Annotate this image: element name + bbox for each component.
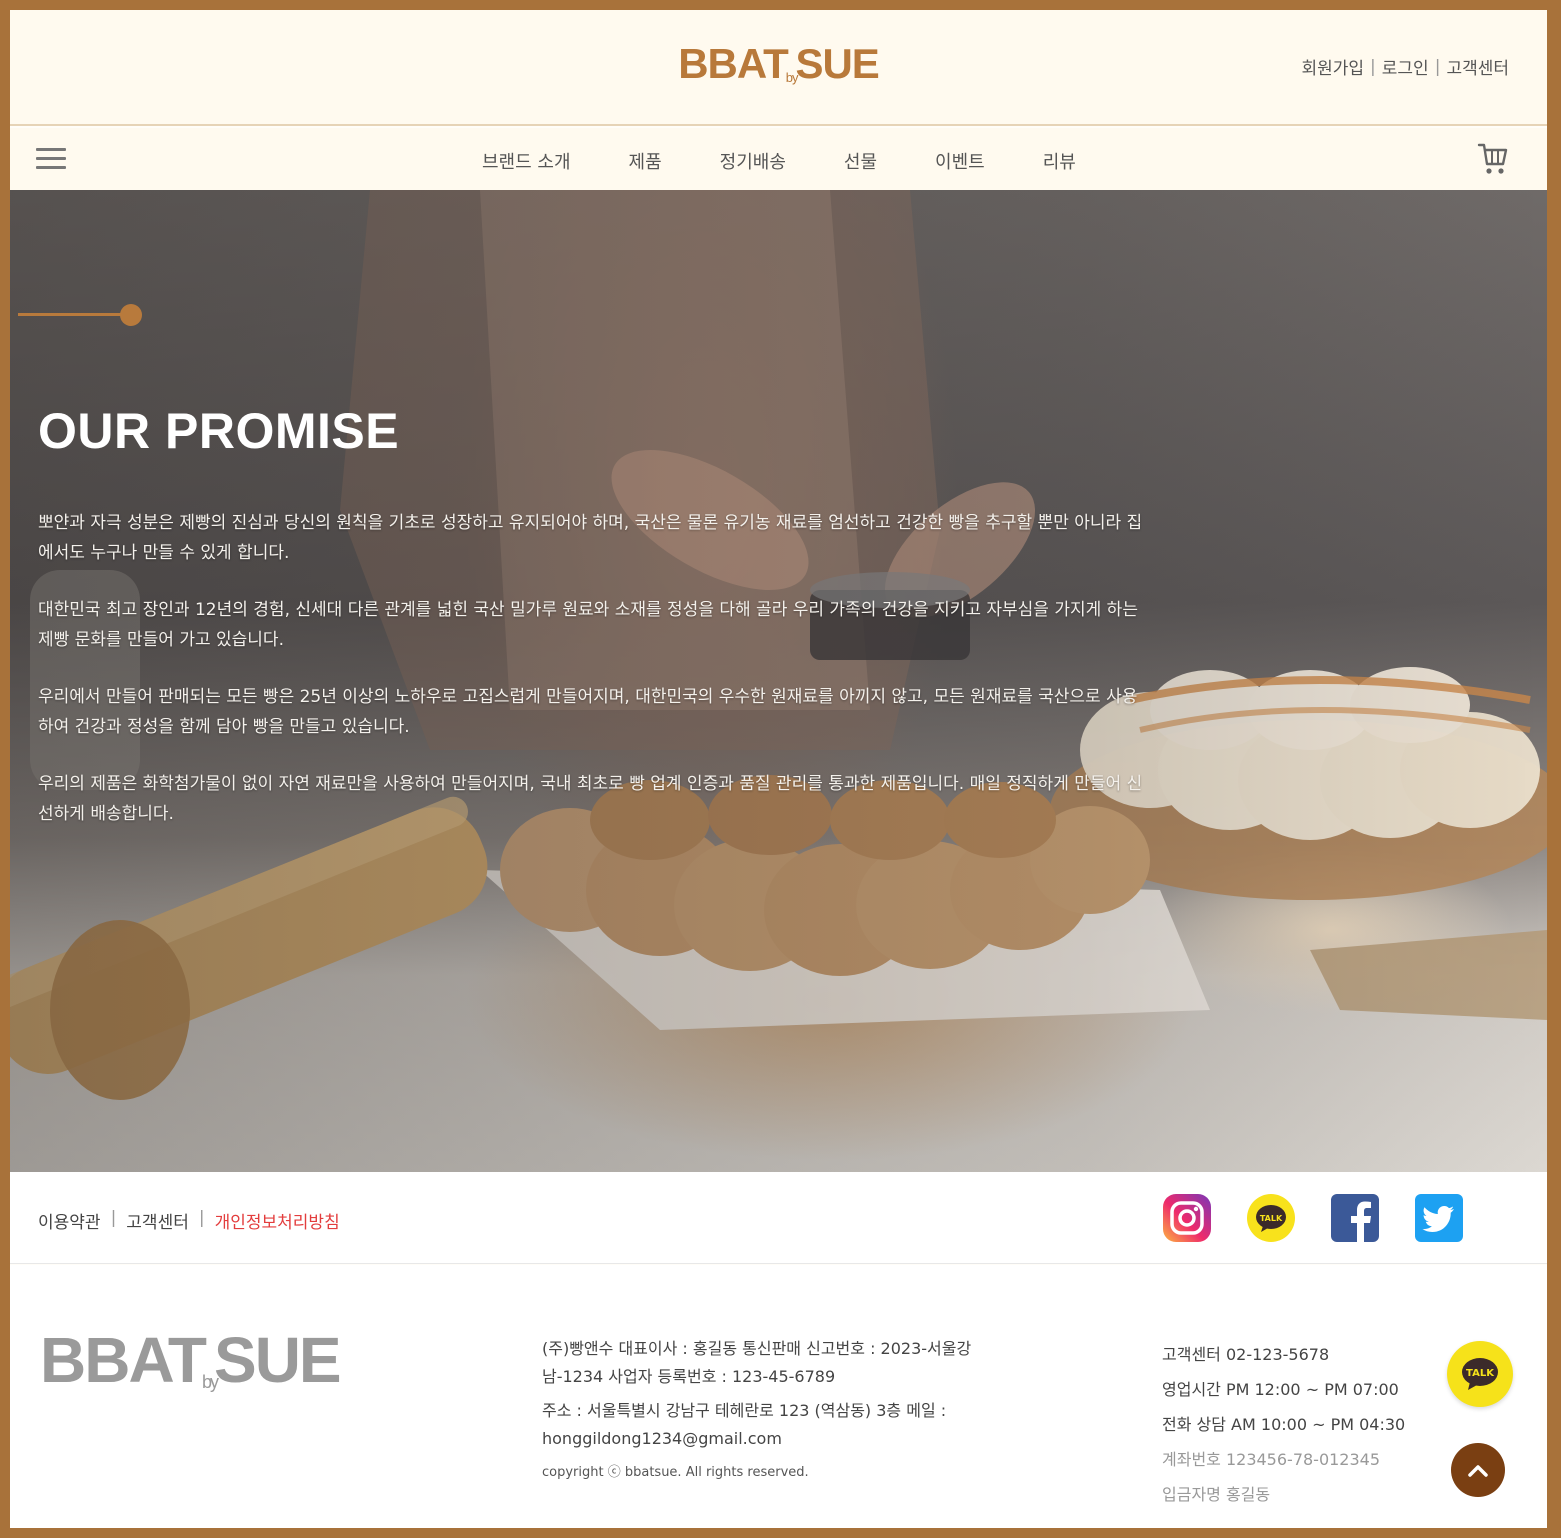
- facebook-icon[interactable]: [1329, 1192, 1381, 1244]
- footer-info: BBATbySUE (주)빵앤수 대표이사 : 홍길동 통신판매 신고번호 : …: [10, 1265, 1547, 1528]
- nav-item-review[interactable]: 리뷰: [1043, 148, 1076, 174]
- signup-link[interactable]: 회원가입: [1301, 54, 1364, 79]
- logo-text-right: SUE: [795, 40, 879, 87]
- terms-link[interactable]: 이용약관: [38, 1208, 101, 1233]
- main-nav: 브랜드 소개 제품 정기배송 선물 이벤트 리뷰: [10, 128, 1547, 190]
- hamburger-menu-icon[interactable]: [36, 148, 66, 172]
- separator: |: [198, 1208, 205, 1228]
- hero-paragraph: 우리에서 만들어 판매되는 모든 빵은 25년 이상의 노하우로 고집스럽게 만…: [38, 687, 1138, 737]
- hero-paragraph: 우리의 제품은 화학첨가물이 없이 자연 재료만을 사용하여 만들어지며, 국내…: [38, 774, 1143, 824]
- contact-phone: 고객센터 02-123-5678: [1162, 1345, 1330, 1364]
- copyright: copyright ⓒ bbatsue. All rights reserved…: [542, 1465, 809, 1480]
- customer-center-link[interactable]: 고객센터: [1446, 54, 1509, 79]
- nav-item-brand[interactable]: 브랜드 소개: [482, 148, 571, 174]
- page-frame: BBATbySUE 회원가입 | 로그인 | 고객센터 브랜드 소개 제품 정기…: [10, 10, 1547, 1528]
- separator: |: [1434, 56, 1441, 77]
- svg-text:TALK: TALK: [1260, 1214, 1283, 1223]
- login-link[interactable]: 로그인: [1382, 54, 1429, 79]
- policy-links: 이용약관 | 고객센터 | 개인정보처리방침: [38, 1208, 340, 1233]
- footer-logo-left: BBAT: [40, 1324, 207, 1396]
- hero-paragraph: 뽀얀과 자극 성분은 제빵의 진심과 당신의 원칙을 기초로 성장하고 유지되어…: [38, 513, 1143, 563]
- hero-section: OUR PROMISE 뽀얀과 자극 성분은 제빵의 진심과 당신의 원칙을 기…: [10, 190, 1547, 1172]
- privacy-policy-link[interactable]: 개인정보처리방침: [215, 1208, 340, 1233]
- chevron-up-icon: [1468, 1465, 1488, 1477]
- hero-title: OUR PROMISE: [38, 403, 400, 459]
- separator: |: [110, 1208, 117, 1228]
- company-info: (주)빵앤수 대표이사 : 홍길동 통신판매 신고번호 : 2023-서울강남-…: [542, 1335, 1012, 1487]
- kakao-chat-button[interactable]: TALK: [1447, 1341, 1513, 1407]
- social-links: TALK: [1161, 1192, 1465, 1244]
- instagram-icon[interactable]: [1161, 1192, 1213, 1244]
- chat-bubble-icon: TALK: [1462, 1358, 1498, 1390]
- company-address: 주소 : 서울특별시 강남구 테헤란로 123 (역삼동) 3층 메일 : ho…: [542, 1401, 947, 1448]
- hero-text: 뽀얀과 자극 성분은 제빵의 진심과 당신의 원칙을 기초로 성장하고 유지되어…: [38, 508, 1148, 856]
- section-marker: [18, 302, 144, 326]
- bank-account: 계좌번호 123456-78-012345: [1162, 1450, 1381, 1469]
- contact-info: 고객센터 02-123-5678 영업시간 PM 12:00 ~ PM 07:0…: [1162, 1337, 1405, 1512]
- separator: |: [1370, 56, 1376, 77]
- header: BBATbySUE 회원가입 | 로그인 | 고객센터: [10, 10, 1547, 126]
- footer-logo[interactable]: BBATbySUE: [40, 1323, 342, 1397]
- account-holder: 입금자명 홍길동: [1162, 1485, 1271, 1504]
- hero-paragraph: 대한민국 최고 장인과 12년의 경험, 신세대 다른 관계를 넓힌 국산 밀가…: [38, 600, 1138, 650]
- chat-label: TALK: [1466, 1368, 1495, 1379]
- cart-icon[interactable]: [1477, 140, 1509, 176]
- logo-text-left: BBAT: [678, 40, 789, 87]
- consult-hours: 전화 상담 AM 10:00 ~ PM 04:30: [1162, 1415, 1406, 1434]
- footer-logo-right: SUE: [214, 1324, 342, 1396]
- nav-item-event[interactable]: 이벤트: [935, 148, 985, 174]
- twitter-icon[interactable]: [1413, 1192, 1465, 1244]
- footer-links-bar: 이용약관 | 고객센터 | 개인정보처리방침 TALK: [10, 1172, 1547, 1264]
- utility-links: 회원가입 | 로그인 | 고객센터: [1301, 54, 1509, 80]
- nav-item-subscription[interactable]: 정기배송: [720, 148, 786, 174]
- company-line: (주)빵앤수 대표이사 : 홍길동 통신판매 신고번호 : 2023-서울강남-…: [542, 1339, 972, 1386]
- kakaotalk-icon[interactable]: TALK: [1245, 1192, 1297, 1244]
- customer-center-footer-link[interactable]: 고객센터: [126, 1208, 189, 1233]
- nav-item-products[interactable]: 제품: [629, 148, 662, 174]
- nav-item-gift[interactable]: 선물: [844, 148, 877, 174]
- nav-items: 브랜드 소개 제품 정기배송 선물 이벤트 리뷰: [482, 148, 1134, 174]
- scroll-top-button[interactable]: [1451, 1443, 1505, 1497]
- business-hours: 영업시간 PM 12:00 ~ PM 07:00: [1162, 1380, 1399, 1399]
